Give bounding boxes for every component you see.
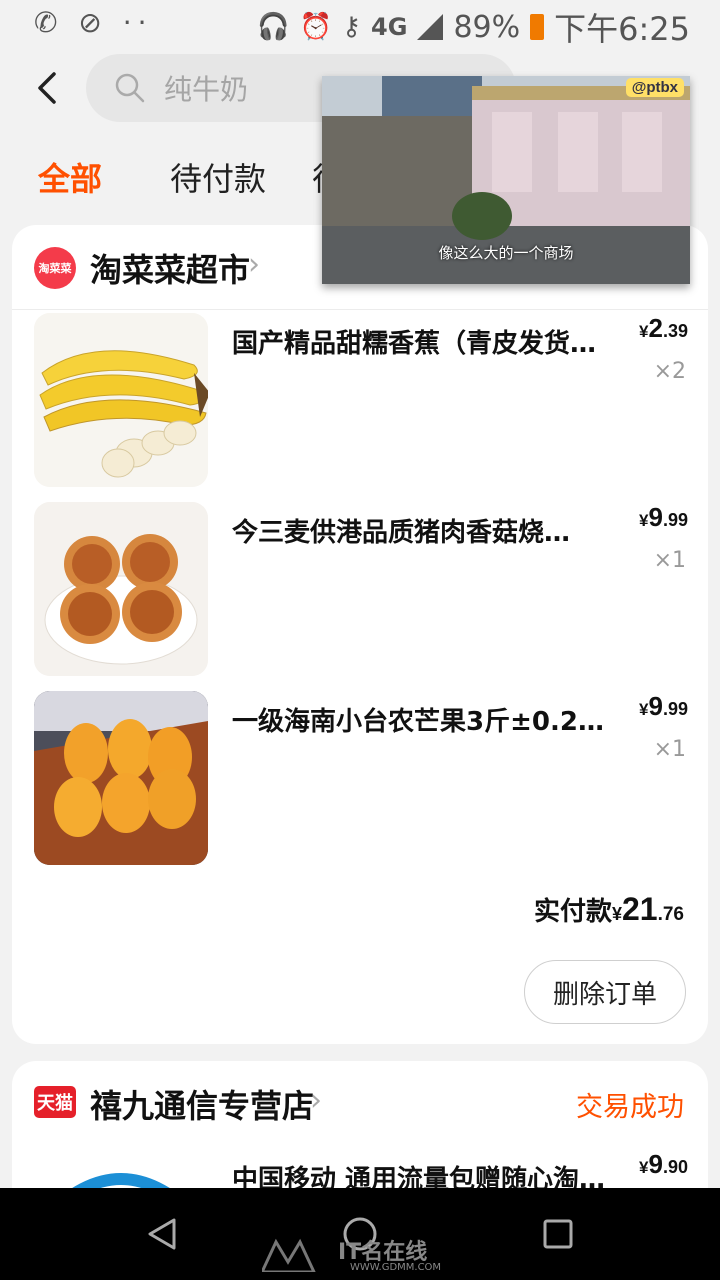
battery-icon	[530, 14, 545, 40]
paid-total: 实付款¥21.76	[533, 891, 684, 927]
watermark-url: WWW.GDMM.COM	[350, 1262, 442, 1273]
video-tag: @ptbx	[625, 78, 684, 97]
product-price: ¥9.99	[639, 691, 688, 721]
list-item[interactable]: 今三麦供港品质猪肉香菇烧… ¥9.99 ×1	[34, 502, 694, 678]
divider	[12, 309, 708, 310]
notification-icons: ✆ ⊘ ··	[34, 6, 153, 39]
product-price: ¥2.39	[639, 313, 688, 343]
nav-recents-icon[interactable]	[542, 1218, 574, 1250]
product-quantity: ×1	[653, 737, 686, 762]
product-quantity: ×2	[653, 359, 686, 384]
product-title[interactable]: 一级海南小台农芒果3斤±0.2斤…	[232, 701, 620, 738]
search-placeholder: 纯牛奶	[164, 73, 249, 106]
list-item[interactable]: 一级海南小台农芒果3斤±0.2斤… ¥9.99 ×1	[34, 691, 694, 867]
product-thumbnail[interactable]	[34, 313, 208, 487]
watermark-logo-icon	[262, 1238, 316, 1272]
product-thumbnail[interactable]	[34, 691, 208, 865]
tab-all[interactable]: 全部	[38, 154, 102, 200]
floating-video-player[interactable]: @ptbx 像这么大的一个商场	[322, 76, 690, 284]
mango-image	[34, 691, 208, 865]
product-title[interactable]: 今三麦供港品质猪肉香菇烧…	[232, 512, 620, 549]
paid-label: 实付款	[533, 896, 612, 926]
shop-name[interactable]: 禧九通信专营店	[90, 1081, 314, 1127]
battery-percent: 89%	[453, 9, 521, 45]
delete-order-button[interactable]: 删除订单	[524, 960, 686, 1024]
video-subtitle: 像这么大的一个商场	[438, 244, 574, 262]
product-price: ¥9.99	[639, 502, 688, 532]
order-card: 淘菜菜 淘菜菜超市 › 国产精品甜糯香蕉（青皮发货… ¥2.39 ×2 今三麦供…	[12, 225, 708, 1044]
watermark: IT名在线 WWW.GDMM.COM	[262, 1232, 472, 1276]
headphones-icon: 🎧	[257, 12, 290, 42]
order-status: 交易成功	[576, 1092, 684, 1123]
alarm-icon: ⏰	[299, 12, 332, 42]
signal-icon	[417, 14, 444, 40]
product-price: ¥9.90	[639, 1149, 688, 1179]
banana-image	[34, 313, 208, 487]
tab-pending-payment[interactable]: 待付款	[170, 154, 266, 200]
shop-name[interactable]: 淘菜菜超市	[90, 245, 250, 291]
taocaicai-logo: 淘菜菜	[34, 247, 76, 289]
list-item[interactable]: 国产精品甜糯香蕉（青皮发货… ¥2.39 ×2	[34, 313, 694, 489]
nav-back-icon[interactable]	[146, 1218, 178, 1250]
chevron-right-icon[interactable]: ›	[310, 1083, 322, 1118]
product-thumbnail[interactable]	[34, 502, 208, 676]
tmall-badge: 天猫	[34, 1086, 76, 1118]
network-type: 4G	[371, 13, 408, 41]
product-quantity: ×1	[653, 548, 686, 573]
key-icon: ⚷	[341, 12, 362, 42]
clock: 下午6:25	[554, 10, 690, 48]
chevron-right-icon[interactable]: ›	[248, 247, 260, 282]
status-right: 🎧 ⏰ ⚷ 4G 89% 下午6:25	[257, 4, 690, 50]
back-arrow-icon[interactable]	[26, 66, 70, 110]
shaomai-image	[34, 502, 208, 676]
status-bar: ✆ ⊘ ·· 🎧 ⏰ ⚷ 4G 89% 下午6:25	[0, 0, 720, 48]
product-title[interactable]: 国产精品甜糯香蕉（青皮发货…	[232, 323, 620, 360]
search-icon	[115, 73, 145, 103]
